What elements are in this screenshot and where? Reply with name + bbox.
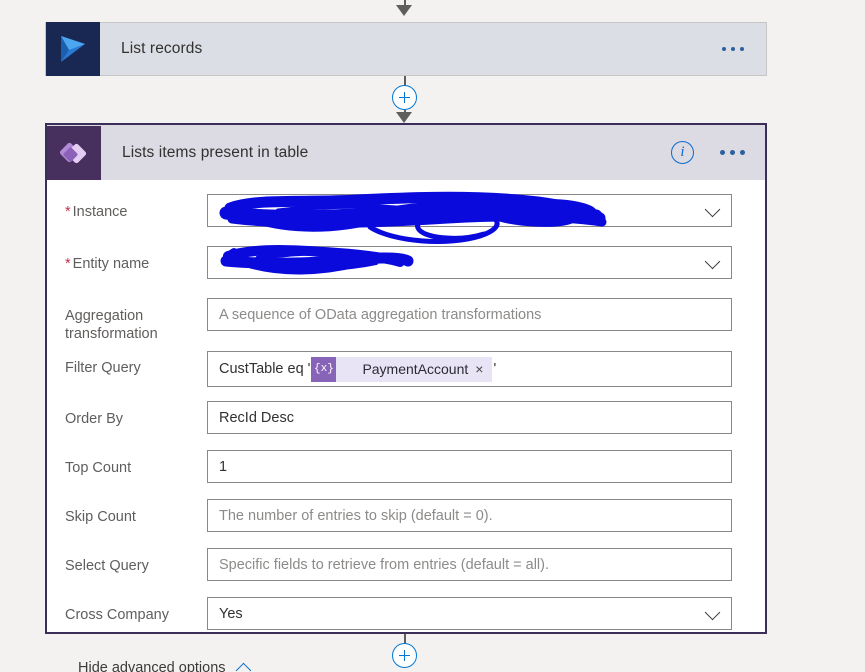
overflow-dot xyxy=(721,46,726,52)
filter-query-input[interactable]: CustTable eq ' {x} PaymentAccount × ' xyxy=(207,351,732,387)
field-label-instance: * Instance xyxy=(65,204,128,220)
top-count-input[interactable]: 1 xyxy=(207,450,732,483)
field-row-skip-count: Skip Count The number of entries to skip… xyxy=(47,499,743,540)
overflow-dot xyxy=(720,150,725,155)
overflow-dot xyxy=(730,150,735,155)
chevron-down-icon xyxy=(704,253,721,269)
overflow-dot xyxy=(730,46,735,52)
field-label-order-by: Order By xyxy=(65,411,124,427)
action-overflow-menu-button[interactable] xyxy=(721,46,767,52)
overflow-dot xyxy=(739,46,744,52)
skip-count-input[interactable]: The number of entries to skip (default =… xyxy=(207,499,732,532)
order-by-input[interactable]: RecId Desc xyxy=(207,401,732,434)
hide-advanced-options-button[interactable]: Hide advanced options xyxy=(47,638,251,672)
required-asterisk: * xyxy=(65,204,71,220)
field-row-entity-name: * Entity name xyxy=(47,246,743,287)
required-asterisk: * xyxy=(65,256,71,272)
action-parameters-form: * Instance * Entity name Aggregation tra… xyxy=(47,180,765,672)
action-card-lists-items-present-in-table[interactable]: Lists items present in table i * Instance xyxy=(45,123,767,672)
field-label-entity-name: * Entity name xyxy=(65,256,150,272)
field-label-cross-company: Cross Company xyxy=(65,607,169,623)
field-label-top-count: Top Count xyxy=(65,460,132,476)
hide-advanced-options-label: Hide advanced options xyxy=(78,660,226,672)
action-card-header[interactable]: Lists items present in table i xyxy=(47,125,765,180)
field-row-top-count: Top Count 1 xyxy=(47,450,743,491)
field-row-order-by: Order By RecId Desc xyxy=(47,401,743,442)
field-label-aggregation-transformation: Aggregation transformation xyxy=(65,308,158,342)
field-label-filter-query: Filter Query xyxy=(65,360,141,376)
chevron-up-icon xyxy=(235,662,251,672)
action-card-title: List records xyxy=(121,40,203,57)
field-label-skip-count: Skip Count xyxy=(65,509,136,525)
select-query-placeholder: Specific fields to retrieve from entries… xyxy=(219,556,550,573)
field-row-select-query: Select Query Specific fields to retrieve… xyxy=(47,548,743,589)
action-card-list-records[interactable]: List records xyxy=(45,22,767,76)
expanded-overflow-menu-button[interactable] xyxy=(720,150,745,155)
dynamic-content-token[interactable]: {x} PaymentAccount × xyxy=(311,356,493,382)
instance-dropdown[interactable] xyxy=(207,194,732,227)
add-step-button-lower[interactable] xyxy=(392,643,417,668)
connector-arrow-top xyxy=(396,5,412,16)
add-step-button-upper[interactable] xyxy=(392,85,417,110)
token-label: PaymentAccount xyxy=(362,361,469,377)
connector-arrow-mid xyxy=(396,112,412,123)
field-row-aggregation-transformation: Aggregation transformation A sequence of… xyxy=(47,298,743,343)
order-by-value: RecId Desc xyxy=(219,409,294,426)
overflow-dot xyxy=(740,150,745,155)
filter-query-prefix: CustTable eq ' xyxy=(219,361,311,377)
skip-count-placeholder: The number of entries to skip (default =… xyxy=(219,507,493,524)
dynamics365-icon xyxy=(46,22,100,76)
aggregation-transformation-input[interactable]: A sequence of OData aggregation transfor… xyxy=(207,298,732,331)
dataverse-icon xyxy=(47,125,101,180)
info-icon[interactable]: i xyxy=(671,141,694,164)
select-query-input[interactable]: Specific fields to retrieve from entries… xyxy=(207,548,732,581)
field-row-filter-query: Filter Query CustTable eq ' {x} PaymentA… xyxy=(47,351,743,392)
chevron-down-icon xyxy=(704,201,721,217)
filter-query-suffix: ' xyxy=(493,361,497,377)
expression-icon: {x} xyxy=(311,356,337,382)
chevron-down-icon xyxy=(704,604,721,620)
top-count-value: 1 xyxy=(219,458,228,475)
flow-designer-canvas: List records Lists items present in tabl… xyxy=(0,0,865,672)
field-label-select-query: Select Query xyxy=(65,558,149,574)
aggregation-transformation-placeholder: A sequence of OData aggregation transfor… xyxy=(219,306,542,323)
cross-company-dropdown[interactable]: Yes xyxy=(207,597,732,630)
field-row-cross-company: Cross Company Yes xyxy=(47,597,743,638)
cross-company-value: Yes xyxy=(219,605,243,622)
close-icon[interactable]: × xyxy=(475,362,492,376)
field-row-instance: * Instance xyxy=(47,194,743,235)
entity-name-dropdown[interactable] xyxy=(207,246,732,279)
expanded-card-title: Lists items present in table xyxy=(122,143,309,161)
